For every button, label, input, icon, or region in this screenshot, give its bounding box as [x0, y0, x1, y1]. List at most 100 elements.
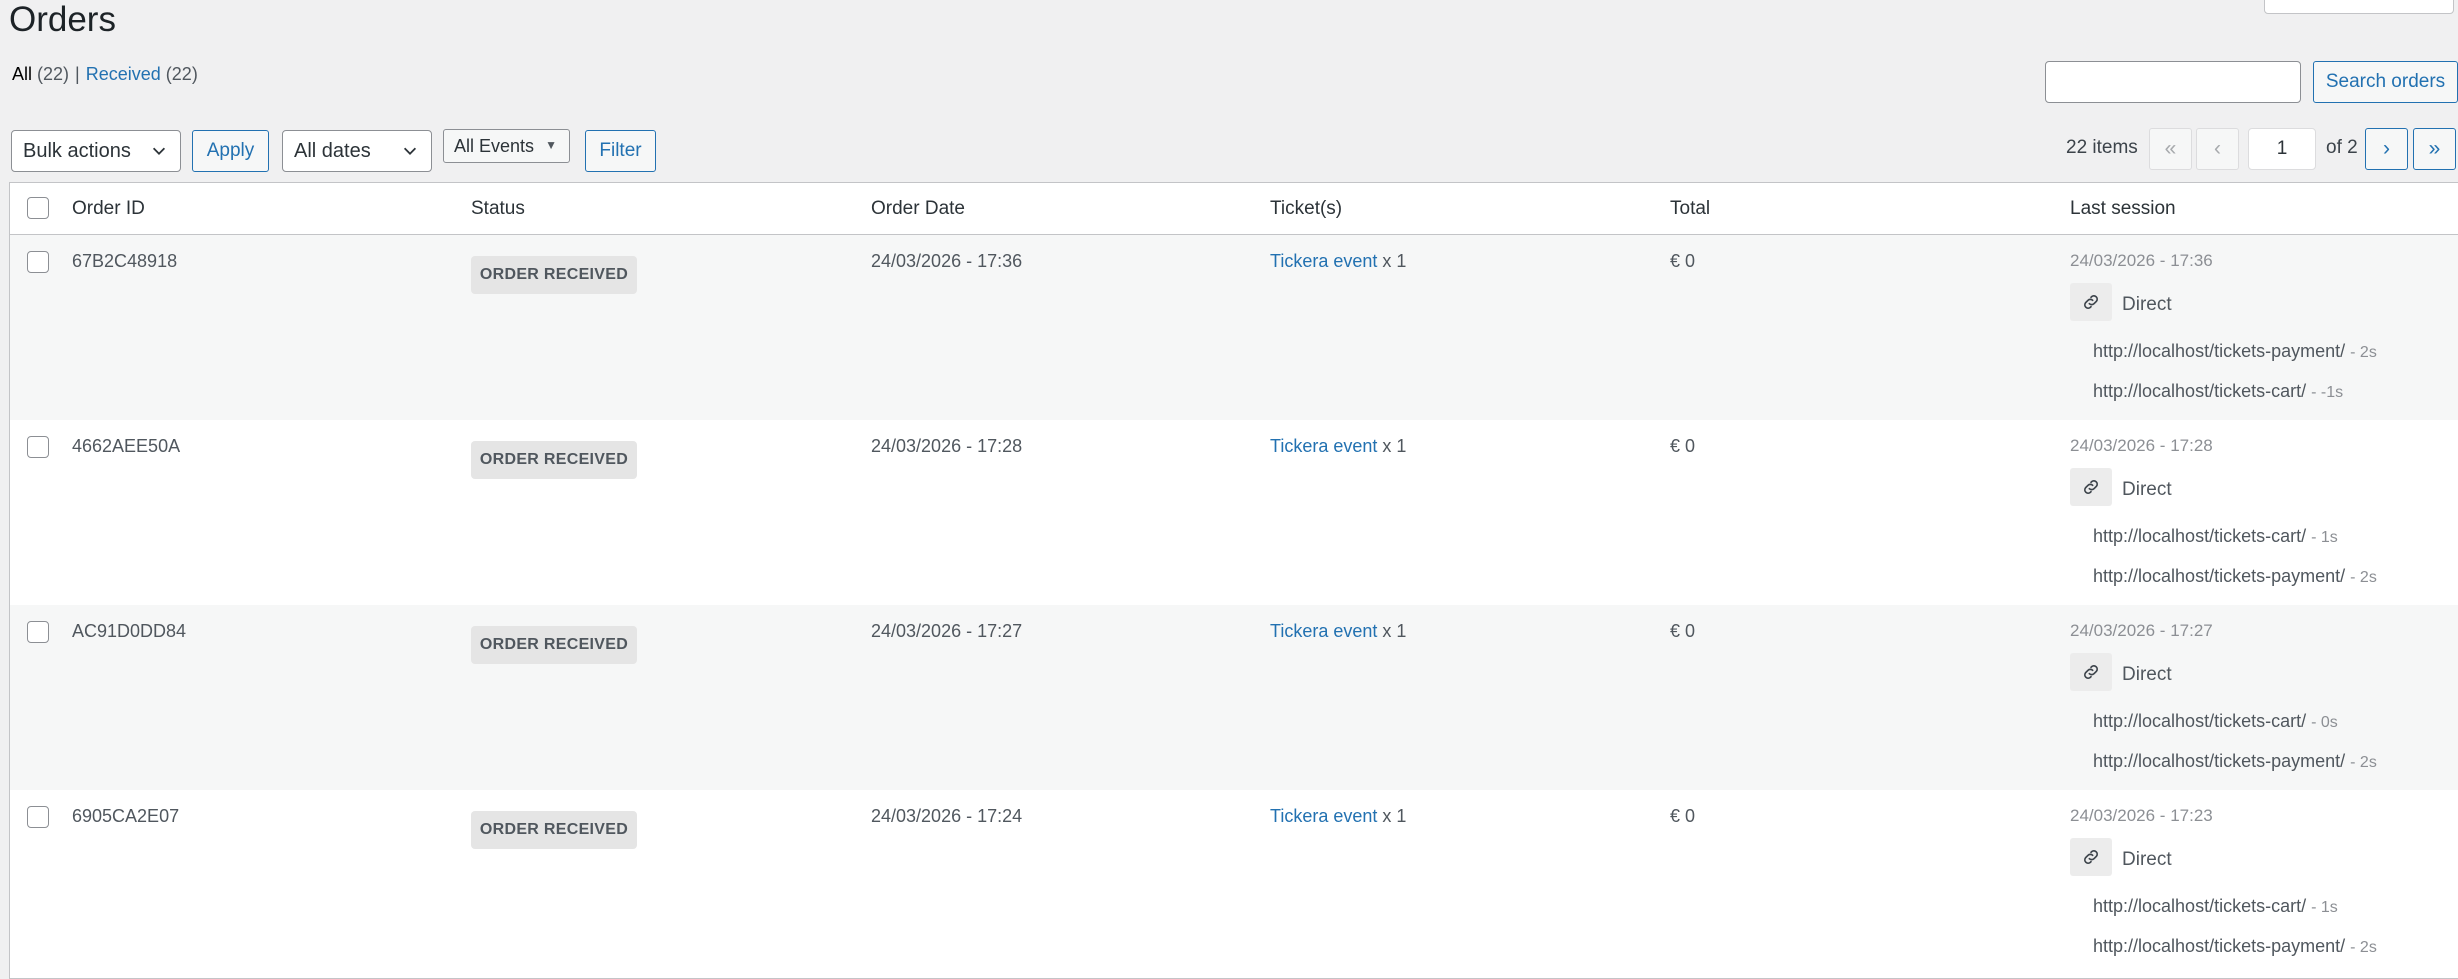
session-url-text: http://localhost/tickets-cart/ [2093, 381, 2307, 401]
session-date: 24/03/2026 - 17:23 [2070, 806, 2213, 825]
session-url-text: http://localhost/tickets-cart/ [2093, 711, 2307, 731]
order-id[interactable]: 67B2C48918 [72, 251, 177, 272]
view-received-link[interactable]: Received (22) [86, 64, 198, 84]
link-icon [2070, 838, 2112, 876]
tickets-cell: Tickera event x 1 [1270, 621, 1406, 642]
row-checkbox[interactable] [27, 806, 49, 828]
session-url: http://localhost/tickets-payment/ - 2s [2093, 751, 2377, 772]
total-pages-label: of 2 [2326, 137, 2358, 158]
view-received-count: (22) [165, 64, 198, 84]
column-status: Status [471, 198, 525, 219]
session-url-text: http://localhost/tickets-cart/ [2093, 526, 2307, 546]
triangle-down-icon: ▼ [545, 138, 557, 152]
session-url-duration: - 0s [2311, 714, 2338, 731]
view-all-count: (22) [37, 64, 70, 84]
column-last-session: Last session [2070, 198, 2176, 219]
current-page-input[interactable] [2248, 128, 2316, 170]
ticket-qty: x 1 [1382, 806, 1407, 826]
session-url: http://localhost/tickets-cart/ - 0s [2093, 711, 2338, 732]
tickets-cell: Tickera event x 1 [1270, 806, 1406, 827]
last-page-button[interactable]: » [2413, 128, 2456, 170]
ticket-qty: x 1 [1382, 436, 1407, 456]
dates-select[interactable]: All dates [282, 130, 432, 172]
filter-button[interactable]: Filter [585, 130, 656, 172]
session-url-duration: - 1s [2311, 529, 2338, 546]
ticket-event-link[interactable]: Tickera event [1270, 436, 1377, 456]
order-id[interactable]: 4662AEE50A [72, 436, 180, 457]
page-title: Orders [9, 0, 116, 39]
status-badge: ORDER RECEIVED [471, 441, 637, 479]
ticket-event-link[interactable]: Tickera event [1270, 251, 1377, 271]
table-row: 6905CA2E07 ORDER RECEIVED 24/03/2026 - 1… [10, 790, 2458, 975]
order-total: € 0 [1670, 621, 1696, 641]
session-url-text: http://localhost/tickets-payment/ [2093, 341, 2346, 361]
session-url: http://localhost/tickets-payment/ - 2s [2093, 566, 2377, 587]
session-date: 24/03/2026 - 17:36 [2070, 251, 2213, 270]
row-checkbox[interactable] [27, 436, 49, 458]
events-value: All Events [454, 135, 535, 156]
column-total: Total [1670, 198, 1711, 219]
session-source: Direct [2122, 849, 2172, 870]
tickets-cell: Tickera event x 1 [1270, 251, 1406, 272]
search-orders-button[interactable]: Search orders [2313, 61, 2458, 103]
next-page-button[interactable]: › [2365, 128, 2408, 170]
ticket-qty: x 1 [1382, 621, 1407, 641]
order-total: € 0 [1670, 806, 1696, 826]
session-url-text: http://localhost/tickets-payment/ [2093, 751, 2346, 771]
view-all-link[interactable]: All (22) [12, 64, 69, 84]
row-checkbox[interactable] [27, 251, 49, 273]
status-badge: ORDER RECEIVED [471, 811, 637, 849]
link-icon [2070, 468, 2112, 506]
events-select[interactable]: All Events ▼ [443, 129, 570, 163]
screen-options-button[interactable] [2264, 0, 2454, 14]
session-source: Direct [2122, 664, 2172, 685]
link-icon [2070, 283, 2112, 321]
view-all-label: All [12, 64, 33, 84]
bulk-actions-value: Bulk actions [23, 139, 131, 162]
session-url: http://localhost/tickets-cart/ - 1s [2093, 526, 2338, 547]
status-badge: ORDER RECEIVED [471, 256, 637, 294]
first-page-button: « [2149, 128, 2192, 170]
session-url-duration: - 2s [2350, 344, 2377, 361]
session-date: 24/03/2026 - 17:28 [2070, 436, 2213, 455]
ticket-event-link[interactable]: Tickera event [1270, 806, 1377, 826]
dates-value: All dates [294, 139, 371, 162]
session-url: http://localhost/tickets-cart/ - -1s [2093, 381, 2343, 402]
bulk-actions-select[interactable]: Bulk actions [11, 130, 181, 172]
session-source: Direct [2122, 294, 2172, 315]
session-url: http://localhost/tickets-payment/ - 2s [2093, 936, 2377, 957]
session-url-duration: - 2s [2350, 569, 2377, 586]
chevron-down-icon [403, 147, 417, 155]
view-received-label: Received [85, 64, 161, 84]
previous-page-button: ‹ [2196, 128, 2239, 170]
search-input[interactable] [2045, 61, 2301, 103]
session-url-text: http://localhost/tickets-cart/ [2093, 896, 2307, 916]
order-date: 24/03/2026 - 17:36 [871, 251, 1023, 271]
apply-button[interactable]: Apply [192, 130, 269, 172]
view-separator: | [75, 64, 80, 84]
session-url: http://localhost/tickets-cart/ - 1s [2093, 896, 2338, 917]
session-date: 24/03/2026 - 17:27 [2070, 621, 2213, 640]
table-header: Order ID Status Order Date Ticket(s) Tot… [10, 183, 2458, 235]
table-row: AC91D0DD84 ORDER RECEIVED 24/03/2026 - 1… [10, 605, 2458, 790]
session-url-duration: - 2s [2350, 754, 2377, 771]
ticket-event-link[interactable]: Tickera event [1270, 621, 1377, 641]
column-order-date[interactable]: Order Date [871, 198, 965, 220]
session-url: http://localhost/tickets-payment/ - 2s [2093, 341, 2377, 362]
session-url-text: http://localhost/tickets-payment/ [2093, 566, 2346, 586]
orders-admin-page: Orders All (22) | Received (22) Search ord… [0, 0, 2458, 979]
column-order-id[interactable]: Order ID [72, 198, 145, 220]
status-badge: ORDER RECEIVED [471, 626, 637, 664]
link-icon [2070, 653, 2112, 691]
select-all-checkbox[interactable] [27, 197, 49, 219]
order-date: 24/03/2026 - 17:27 [871, 621, 1023, 641]
column-tickets: Ticket(s) [1270, 198, 1343, 219]
items-count: 22 items [2066, 137, 2138, 158]
order-id[interactable]: AC91D0DD84 [72, 621, 186, 642]
session-url-text: http://localhost/tickets-payment/ [2093, 936, 2346, 956]
row-checkbox[interactable] [27, 621, 49, 643]
order-id[interactable]: 6905CA2E07 [72, 806, 179, 827]
session-url-duration: - 1s [2311, 899, 2338, 916]
session-url-duration: - -1s [2311, 384, 2344, 401]
session-source: Direct [2122, 479, 2172, 500]
